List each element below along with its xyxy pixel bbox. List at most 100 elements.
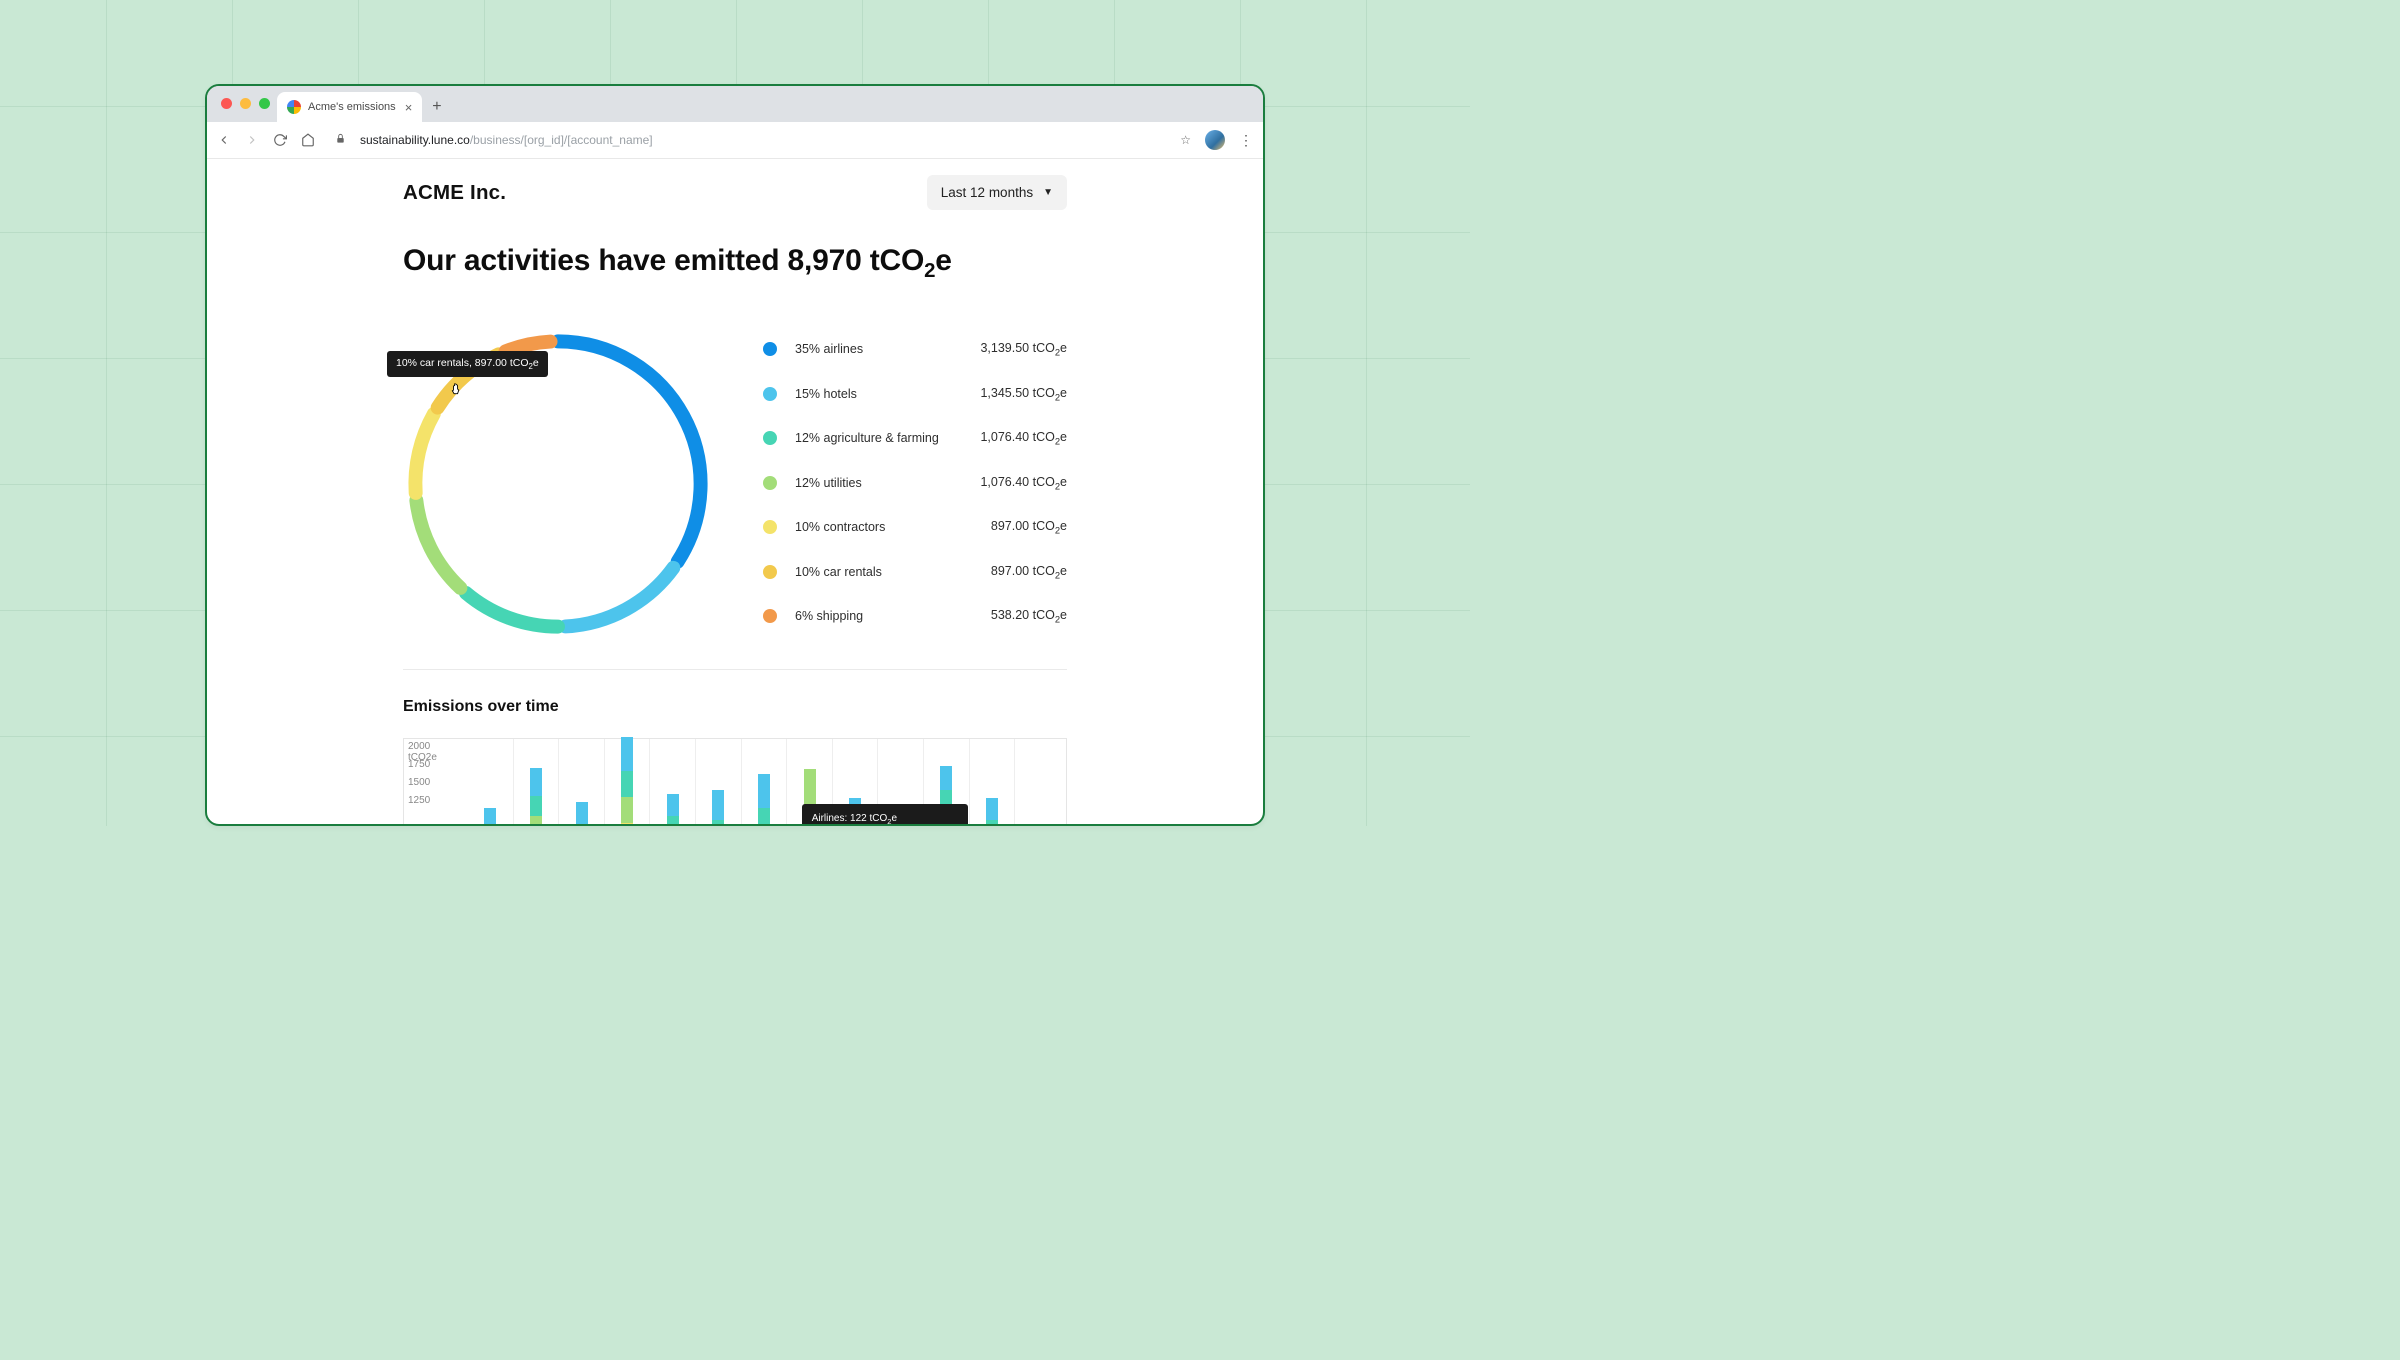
- legend-label: 10% car rentals: [795, 565, 991, 579]
- bar-column[interactable]: [604, 739, 650, 824]
- url-path: /business/[org_id]/[account_name]: [470, 133, 653, 147]
- bar-segment: [940, 766, 952, 790]
- donut-tooltip: 10% car rentals, 897.00 tCO2e: [387, 351, 548, 377]
- home-icon[interactable]: [301, 133, 315, 147]
- browser-tabbar: Acme's emissions × +: [207, 86, 1263, 122]
- lock-icon: [335, 133, 346, 147]
- y-tick-label: 1500: [408, 777, 430, 788]
- close-window-icon[interactable]: [221, 98, 232, 109]
- legend-value: 1,345.50 tCO2e: [980, 386, 1067, 403]
- bar-segment: [621, 823, 633, 824]
- legend-dot-icon: [763, 609, 777, 623]
- cursor-icon: [450, 381, 464, 400]
- bookmark-icon[interactable]: ☆: [1180, 133, 1191, 147]
- bar-column[interactable]: [969, 739, 1015, 824]
- bar-segment: [621, 737, 633, 771]
- bar-column[interactable]: [741, 739, 787, 824]
- url-host: sustainability.lune.co: [360, 133, 470, 147]
- tab-title: Acme's emissions: [308, 101, 396, 113]
- bar-chart[interactable]: 2000 tCO2e175015001250 Airlines: 122 tCO…: [403, 738, 1067, 824]
- favicon-icon: [287, 100, 301, 114]
- donut-chart[interactable]: 10% car rentals, 897.00 tCO2e: [403, 329, 713, 639]
- bar-tooltip: Airlines: 122 tCO2eHotels: 522 tCO2eAgri…: [802, 804, 968, 824]
- bar-column[interactable]: [558, 739, 604, 824]
- legend-row: 15% hotels1,345.50 tCO2e: [763, 386, 1067, 403]
- bar-segment: [986, 820, 998, 824]
- headline-value: 8,970 tCO: [788, 244, 925, 277]
- company-name: ACME Inc.: [403, 181, 506, 205]
- bar-segment: [530, 816, 542, 824]
- donut-segment[interactable]: [565, 568, 673, 627]
- legend-label: 6% shipping: [795, 609, 991, 623]
- legend-value: 3,139.50 tCO2e: [980, 341, 1067, 358]
- legend-row: 12% utilities1,076.40 tCO2e: [763, 475, 1067, 492]
- close-tab-icon[interactable]: ×: [405, 100, 413, 115]
- chevron-down-icon: ▼: [1043, 187, 1053, 198]
- bar-segment: [576, 802, 588, 824]
- bar-column[interactable]: [649, 739, 695, 824]
- bar-segment: [667, 816, 679, 824]
- bar-column[interactable]: [1014, 739, 1060, 824]
- legend-dot-icon: [763, 565, 777, 579]
- date-range-label: Last 12 months: [941, 185, 1033, 200]
- legend-value: 897.00 tCO2e: [991, 564, 1067, 581]
- legend-dot-icon: [763, 431, 777, 445]
- back-icon[interactable]: [217, 133, 231, 147]
- bar-segment: [804, 769, 816, 805]
- browser-tab[interactable]: Acme's emissions ×: [277, 92, 422, 122]
- date-range-selector[interactable]: Last 12 months ▼: [927, 175, 1067, 210]
- maximize-window-icon[interactable]: [259, 98, 270, 109]
- donut-legend: 35% airlines3,139.50 tCO2e 15% hotels1,34…: [763, 329, 1067, 625]
- bar-segment: [712, 790, 724, 820]
- new-tab-button[interactable]: +: [432, 98, 441, 116]
- reload-icon[interactable]: [273, 133, 287, 147]
- legend-label: 15% hotels: [795, 387, 980, 401]
- legend-dot-icon: [763, 387, 777, 401]
- legend-value: 538.20 tCO2e: [991, 608, 1067, 625]
- bar-segment: [621, 797, 633, 823]
- y-tick-label: 1250: [408, 795, 430, 806]
- donut-segment[interactable]: [466, 593, 558, 627]
- legend-value: 1,076.40 tCO2e: [980, 475, 1067, 492]
- page-content: ACME Inc. Last 12 months ▼ Our activitie…: [207, 159, 1263, 824]
- y-tick-label: 1750: [408, 759, 430, 770]
- donut-segment[interactable]: [506, 342, 551, 352]
- divider: [403, 669, 1067, 670]
- legend-dot-icon: [763, 520, 777, 534]
- headline-suffix: e: [935, 244, 952, 277]
- legend-label: 10% contractors: [795, 520, 991, 534]
- forward-icon[interactable]: [245, 133, 259, 147]
- bar-column[interactable]: [695, 739, 741, 824]
- legend-label: 35% airlines: [795, 342, 980, 356]
- profile-avatar[interactable]: [1205, 130, 1225, 150]
- bar-segment: [621, 771, 633, 797]
- bar-segment: [667, 794, 679, 815]
- bar-column[interactable]: [513, 739, 559, 824]
- menu-icon[interactable]: ⋮: [1239, 132, 1253, 149]
- bar-segment: [758, 808, 770, 824]
- bar-column[interactable]: [468, 739, 513, 824]
- bar-segment: [712, 820, 724, 824]
- bar-segment: [986, 798, 998, 819]
- legend-value: 1,076.40 tCO2e: [980, 430, 1067, 447]
- legend-row: 6% shipping538.20 tCO2e: [763, 608, 1067, 625]
- browser-addressbar: sustainability.lune.co/business/[org_id]…: [207, 122, 1263, 159]
- minimize-window-icon[interactable]: [240, 98, 251, 109]
- legend-dot-icon: [763, 342, 777, 356]
- browser-window: Acme's emissions × + sustainability.lune…: [205, 84, 1265, 826]
- legend-row: 10% contractors897.00 tCO2e: [763, 519, 1067, 536]
- bar-segment: [758, 774, 770, 808]
- headline-prefix: Our activities have emitted: [403, 244, 788, 277]
- url-display[interactable]: sustainability.lune.co/business/[org_id]…: [360, 133, 653, 147]
- window-controls: [221, 98, 270, 109]
- section-title-timeseries: Emissions over time: [403, 698, 1067, 716]
- legend-value: 897.00 tCO2e: [991, 519, 1067, 536]
- donut-segment[interactable]: [558, 341, 701, 561]
- legend-row: 35% airlines3,139.50 tCO2e: [763, 341, 1067, 358]
- legend-label: 12% agriculture & farming: [795, 431, 980, 445]
- legend-dot-icon: [763, 476, 777, 490]
- donut-segment[interactable]: [415, 414, 433, 493]
- legend-label: 12% utilities: [795, 476, 980, 490]
- bar-segment: [484, 808, 496, 824]
- donut-segment[interactable]: [416, 500, 460, 588]
